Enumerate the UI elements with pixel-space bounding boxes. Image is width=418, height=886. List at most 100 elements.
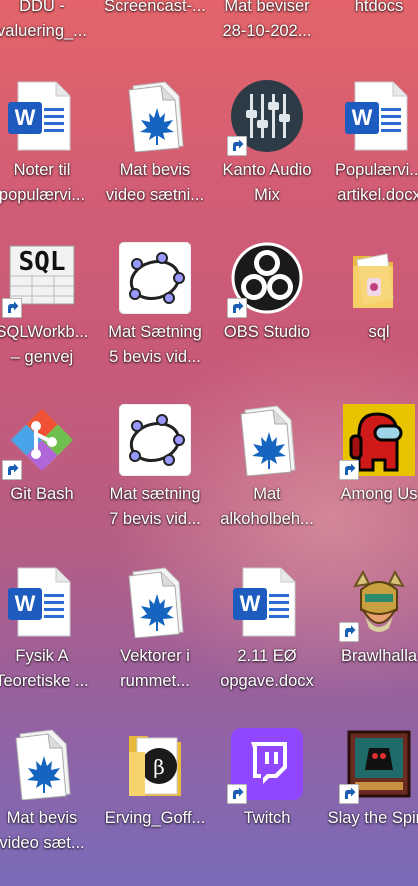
label-line-2: Mix xyxy=(254,186,280,204)
shortcut-arrow-icon xyxy=(227,784,247,804)
desktop-icon-item[interactable]: Mat bevis video sætni... xyxy=(96,80,214,230)
label-line-2: video sæt... xyxy=(0,834,85,852)
maple-document-icon xyxy=(6,728,78,800)
desktop-top-label[interactable]: DDU - valuering_... xyxy=(0,0,101,44)
desktop-icon-item[interactable]: Noter til populærvi... xyxy=(0,80,101,230)
desktop-icon-item[interactable]: Git Bash xyxy=(0,404,101,554)
label-line-2: artikel.docx xyxy=(337,186,418,204)
desktop-icon-label: Mat bevis video sætni... xyxy=(96,158,214,208)
label-line-1: Populærvi... xyxy=(334,161,418,179)
label-line-1: DDU - xyxy=(19,0,65,15)
desktop-icon-label: Vektorer i rummet... xyxy=(96,644,214,694)
shortcut-arrow-icon xyxy=(227,136,247,156)
desktop-icon-label: Noter til populærvi... xyxy=(0,158,101,208)
label-line-2: video sætni... xyxy=(105,186,205,204)
desktop-icon-label: Mat bevis video sæt... xyxy=(0,806,101,856)
shortcut-arrow-icon xyxy=(339,622,359,642)
word-document-icon xyxy=(6,566,78,638)
desktop-icon-label: OBS Studio xyxy=(208,320,326,345)
label-line-1: Mat Sætning xyxy=(108,323,202,341)
desktop-top-label[interactable]: htdocs xyxy=(320,0,418,19)
desktop-icon-label: sql xyxy=(320,320,418,345)
folder-image-icon: β xyxy=(119,728,191,800)
label-line-1: Slay the Spire xyxy=(327,809,418,827)
label-line-1: Twitch xyxy=(243,809,291,827)
label-line-1: Brawlhalla xyxy=(340,647,418,665)
desktop: DDU - valuering_... Screencast-... Mat bevi… xyxy=(0,0,418,886)
desktop-icon-item[interactable]: Among Us xyxy=(320,404,418,554)
desktop-icon-label: Mat Sætning 5 bevis vid... xyxy=(96,320,214,370)
shortcut-arrow-icon xyxy=(339,460,359,480)
label-line-1: SQLWorkb... xyxy=(0,323,89,341)
label-line-1: Screencast-... xyxy=(104,0,206,15)
label-line-2: – genvej xyxy=(10,348,74,366)
desktop-icon-item[interactable]: Fysik A Teoretiske ... xyxy=(0,566,101,716)
desktop-icon-item[interactable]: 2.11 EØ opgave.docx xyxy=(208,566,326,716)
twitch-icon xyxy=(227,728,303,804)
label-line-1: Git Bash xyxy=(10,485,74,503)
kanto-audio-mix-icon xyxy=(227,80,303,156)
label-line-2: 7 bevis vid... xyxy=(109,510,201,528)
maple-document-icon xyxy=(231,404,303,476)
label-line-2: 5 bevis vid... xyxy=(109,348,201,366)
desktop-icon-item[interactable]: Populærvi... artikel.docx xyxy=(320,80,418,230)
label-line-1: Mat bevis xyxy=(6,809,78,827)
desktop-icon-item[interactable]: Mat alkoholbeh... xyxy=(208,404,326,554)
desktop-icon-item[interactable]: SQL SQLWorkb... – genvej xyxy=(0,242,101,392)
label-line-1: htdocs xyxy=(354,0,404,15)
label-line-1: Mat beviser xyxy=(224,0,310,15)
brawlhalla-icon xyxy=(339,566,415,642)
label-line-2: alkoholbeh... xyxy=(220,510,314,528)
desktop-top-label[interactable]: Screencast-... xyxy=(96,0,214,19)
label-line-1: sql xyxy=(368,323,390,341)
slay-the-spire-icon xyxy=(339,728,415,804)
svg-text:SQL: SQL xyxy=(19,247,66,277)
word-document-icon xyxy=(231,566,303,638)
word-document-icon xyxy=(343,80,415,152)
shortcut-arrow-icon xyxy=(227,298,247,318)
desktop-icon-label: Erving_Goff... xyxy=(96,806,214,831)
svg-text:β: β xyxy=(153,755,165,779)
geogebra-icon xyxy=(119,242,191,314)
desktop-icon-label: Mat alkoholbeh... xyxy=(208,482,326,532)
desktop-icon-item[interactable]: OBS Studio xyxy=(208,242,326,392)
desktop-icon-item[interactable]: Brawlhalla xyxy=(320,566,418,716)
label-line-1: Among Us xyxy=(340,485,418,503)
among-us-icon xyxy=(339,404,415,480)
label-line-1: Kanto Audio xyxy=(222,161,312,179)
git-bash-icon xyxy=(2,404,78,480)
label-line-2: Teoretiske ... xyxy=(0,672,89,690)
desktop-icon-label: Among Us xyxy=(320,482,418,507)
maple-document-icon xyxy=(119,566,191,638)
desktop-icon-label: Fysik A Teoretiske ... xyxy=(0,644,101,694)
label-line-2: 28-10-202... xyxy=(222,22,312,40)
desktop-icon-item[interactable]: Vektorer i rummet... xyxy=(96,566,214,716)
desktop-icon-item[interactable]: Kanto Audio Mix xyxy=(208,80,326,230)
desktop-icon-item[interactable]: Mat bevis video sæt... xyxy=(0,728,101,878)
desktop-icon-label: Slay the Spire xyxy=(320,806,418,831)
shortcut-arrow-icon xyxy=(2,460,22,480)
desktop-icon-label: Twitch xyxy=(208,806,326,831)
label-line-1: Noter til xyxy=(13,161,71,179)
desktop-icon-label: Brawlhalla xyxy=(320,644,418,669)
desktop-icon-label: Populærvi... artikel.docx xyxy=(320,158,418,208)
desktop-icon-item[interactable]: Mat sætning 7 bevis vid... xyxy=(96,404,214,554)
label-line-1: OBS Studio xyxy=(223,323,311,341)
desktop-icon-item[interactable]: sql xyxy=(320,242,418,392)
desktop-icon-item[interactable]: Twitch xyxy=(208,728,326,878)
label-line-1: Vektorer i xyxy=(120,647,190,665)
label-line-2: valuering_... xyxy=(0,22,87,40)
label-line-1: Mat xyxy=(253,485,281,503)
desktop-top-label[interactable]: Mat beviser 28-10-202... xyxy=(208,0,326,44)
desktop-icon-label: Git Bash xyxy=(0,482,101,507)
desktop-icon-label: 2.11 EØ opgave.docx xyxy=(208,644,326,694)
word-document-icon xyxy=(6,80,78,152)
desktop-icon-label: Mat sætning 7 bevis vid... xyxy=(96,482,214,532)
shortcut-arrow-icon xyxy=(2,298,22,318)
label-line-1: Mat bevis xyxy=(119,161,191,179)
shortcut-arrow-icon xyxy=(339,784,359,804)
label-line-1: Mat sætning xyxy=(109,485,201,503)
desktop-icon-item[interactable]: Mat Sætning 5 bevis vid... xyxy=(96,242,214,392)
desktop-icon-item[interactable]: β Erving_Goff... xyxy=(96,728,214,878)
desktop-icon-item[interactable]: Slay the Spire xyxy=(320,728,418,878)
